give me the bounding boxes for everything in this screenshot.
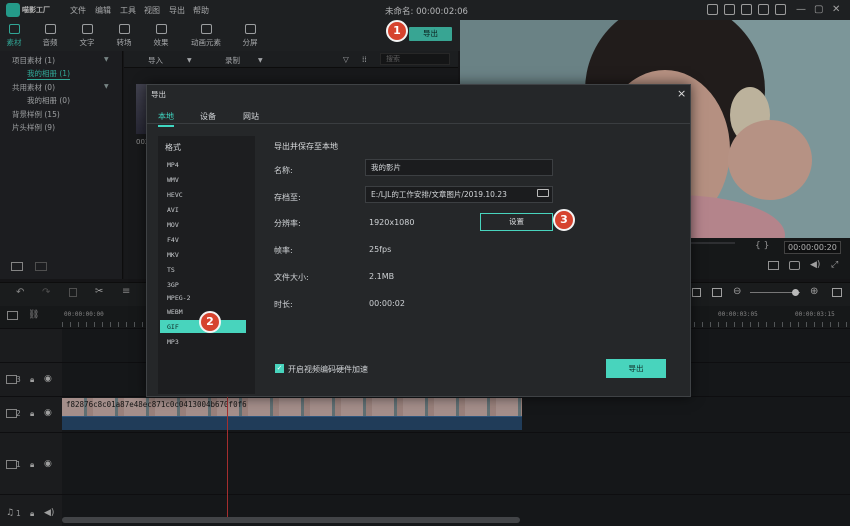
resolution-value: 1920x1080 — [369, 218, 415, 227]
format-list-panel — [158, 136, 255, 394]
dialog-title: 导出 — [151, 90, 166, 99]
settings-button[interactable]: 设置 — [480, 213, 553, 231]
filesize-label: 文件大小: — [274, 273, 309, 282]
format-item-mp4[interactable]: MP4 — [167, 161, 179, 169]
format-item-avi[interactable]: AVI — [167, 206, 179, 214]
format-item-hevc[interactable]: HEVC — [167, 191, 183, 199]
save-location-label: 存档至: — [274, 193, 301, 202]
format-item-gif[interactable]: GIF — [167, 323, 179, 331]
format-item-webm[interactable]: WEBM — [167, 308, 183, 316]
duration-value: 00:00:02 — [369, 299, 405, 308]
app-window: 喵影工厂 文件 编辑 工具 视图 导出 帮助 未命名: 00:00:02:06 … — [0, 0, 850, 526]
close-icon[interactable]: × — [677, 87, 686, 100]
framerate-value: 25fps — [369, 245, 392, 254]
format-heading: 格式 — [165, 143, 181, 152]
format-item-f4v[interactable]: F4V — [167, 236, 179, 244]
hw-accel-label: 开启视频编码硬件加速 — [288, 365, 368, 374]
format-item-ts[interactable]: TS — [167, 266, 175, 274]
annotation-badge-3: 3 — [553, 209, 575, 231]
format-item-wmv[interactable]: WMV — [167, 176, 179, 184]
format-item-mpeg2[interactable]: MPEG-2 — [167, 294, 190, 302]
format-item-mov[interactable]: MOV — [167, 221, 179, 229]
tab-website[interactable]: 网站 — [243, 111, 259, 122]
annotation-badge-1: 1 — [386, 20, 408, 42]
tab-local[interactable]: 本地 — [158, 111, 174, 127]
format-item-mkv[interactable]: MKV — [167, 251, 179, 259]
section-title: 导出并保存至本地 — [274, 142, 338, 151]
export-dialog: 导出 × 本地 设备 网站 格式 MP4 WMV HEVC AVI MOV F4… — [146, 84, 691, 397]
framerate-label: 帧率: — [274, 246, 293, 255]
name-label: 名称: — [274, 166, 293, 175]
resolution-label: 分辨率: — [274, 219, 301, 228]
duration-label: 时长: — [274, 300, 293, 309]
name-input[interactable]: 我的影片 — [365, 159, 553, 176]
dialog-tab-bar — [147, 106, 690, 124]
format-item-3gp[interactable]: 3GP — [167, 281, 179, 289]
save-location-input[interactable]: E:/LJL的工作安排/文章图片/2019.10.23 — [365, 186, 553, 203]
filesize-value: 2.1MB — [369, 272, 395, 281]
hw-accel-checkbox[interactable]: ✓ — [275, 364, 284, 373]
tab-device[interactable]: 设备 — [200, 111, 216, 122]
format-item-mp3[interactable]: MP3 — [167, 338, 179, 346]
folder-icon[interactable] — [537, 189, 549, 197]
annotation-badge-2: 2 — [199, 311, 221, 333]
export-button[interactable]: 导出 — [606, 359, 666, 378]
